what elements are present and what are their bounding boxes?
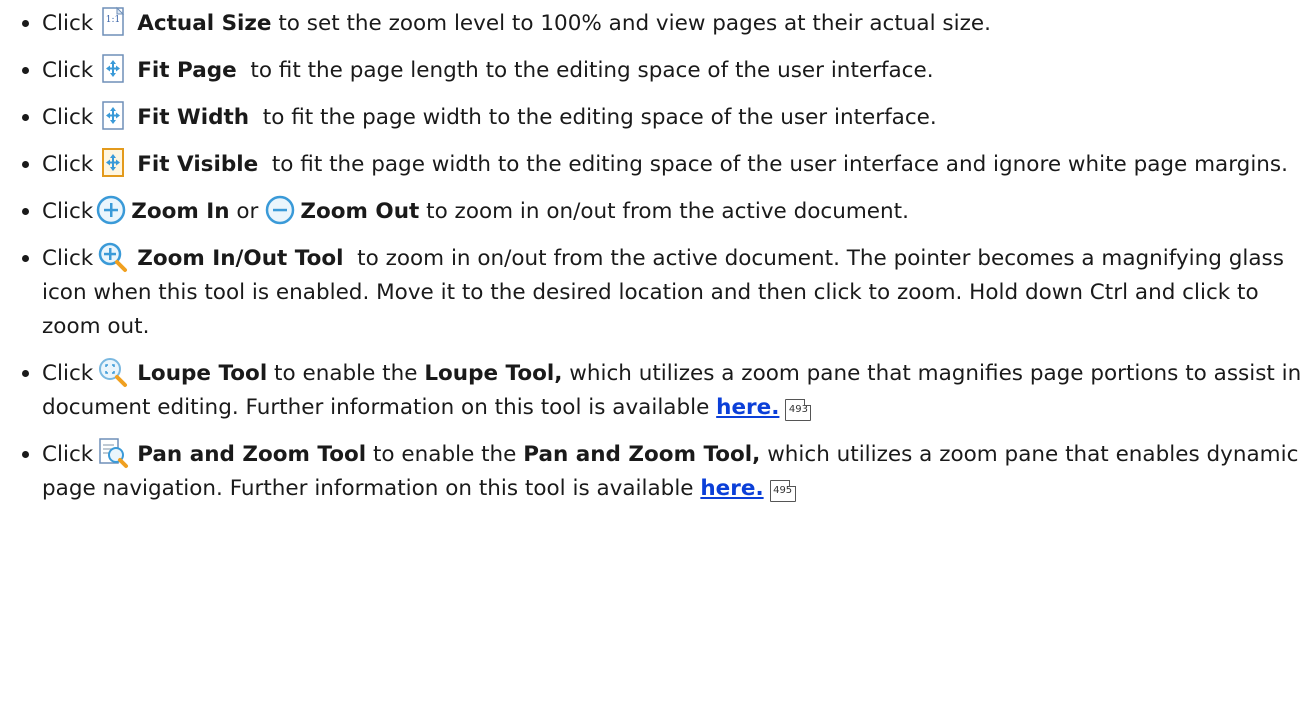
list-item-fit-visible: Click Fit Visible to fit the page width t… <box>20 147 1306 182</box>
click-text: Click <box>42 105 94 130</box>
list-item-fit-page: Click Fit Page to fit the page length to … <box>20 53 1306 88</box>
zoom-tool-icon[interactable] <box>97 241 129 273</box>
zoom-out-icon[interactable] <box>264 194 296 226</box>
page-reference-icon[interactable]: 493 <box>785 399 812 421</box>
list-item-fit-width: Click Fit Width to fit the page width to … <box>20 100 1306 135</box>
list-item-pan-zoom-tool: Click Pan and Zoom Tool to enable the Pan… <box>20 437 1306 506</box>
description: to zoom in on/out from the active docume… <box>426 199 909 224</box>
description: to fit the page length to the editing sp… <box>250 58 934 83</box>
fit-page-icon[interactable] <box>97 53 129 85</box>
click-text: Click <box>42 11 94 36</box>
tool-name-inline: Loupe Tool, <box>424 361 563 386</box>
zoom-in-icon[interactable] <box>95 194 127 226</box>
svg-text:1:1: 1:1 <box>106 15 120 25</box>
description: to fit the page width to the editing spa… <box>271 152 1288 177</box>
loupe-tool-icon[interactable] <box>97 356 129 388</box>
tool-name: Loupe Tool <box>137 361 268 386</box>
list-item-loupe-tool: Click Loupe Tool to enable the Loupe Tool… <box>20 356 1306 425</box>
list-item-zoom-in-out: Click Zoom In or Zoom Out to zoom in on/ou… <box>20 194 1306 229</box>
page-reference-icon[interactable]: 495 <box>769 480 796 502</box>
fit-visible-icon[interactable] <box>97 147 129 179</box>
pan-zoom-tool-icon[interactable] <box>97 437 129 469</box>
zoom-options-list: Click 1:1 Actual Size to set the zoom leve… <box>20 6 1306 506</box>
tool-name: Fit Visible <box>137 152 259 177</box>
description: to set the zoom level to 100% and view p… <box>278 11 991 36</box>
fit-width-icon[interactable] <box>97 100 129 132</box>
click-text: Click <box>42 58 94 83</box>
click-text: Click <box>42 246 94 271</box>
click-text: Click <box>42 361 94 386</box>
click-text: Click <box>42 152 94 177</box>
tool-name-2: Zoom Out <box>300 199 420 224</box>
or-text: or <box>236 199 259 224</box>
tool-name: Actual Size <box>137 11 272 36</box>
list-item-actual-size: Click 1:1 Actual Size to set the zoom leve… <box>20 6 1306 41</box>
list-item-zoom-tool: Click Zoom In/Out Tool to zoom in on/out … <box>20 241 1306 344</box>
actual-size-icon[interactable]: 1:1 <box>97 6 129 38</box>
tool-name: Zoom In/Out Tool <box>137 246 344 271</box>
help-page: Click 1:1 Actual Size to set the zoom leve… <box>0 0 1306 703</box>
here-link[interactable]: here. <box>700 476 763 501</box>
description: to fit the page width to the editing spa… <box>262 105 937 130</box>
description-a: to enable the <box>373 442 517 467</box>
here-link[interactable]: here. <box>716 395 779 420</box>
tool-name: Fit Page <box>137 58 237 83</box>
description-a: to enable the <box>274 361 418 386</box>
click-text: Click <box>42 442 94 467</box>
tool-name: Pan and Zoom Tool <box>137 442 367 467</box>
click-text: Click <box>42 199 94 224</box>
tool-name: Fit Width <box>137 105 250 130</box>
tool-name: Zoom In <box>131 199 230 224</box>
tool-name-inline: Pan and Zoom Tool, <box>523 442 761 467</box>
